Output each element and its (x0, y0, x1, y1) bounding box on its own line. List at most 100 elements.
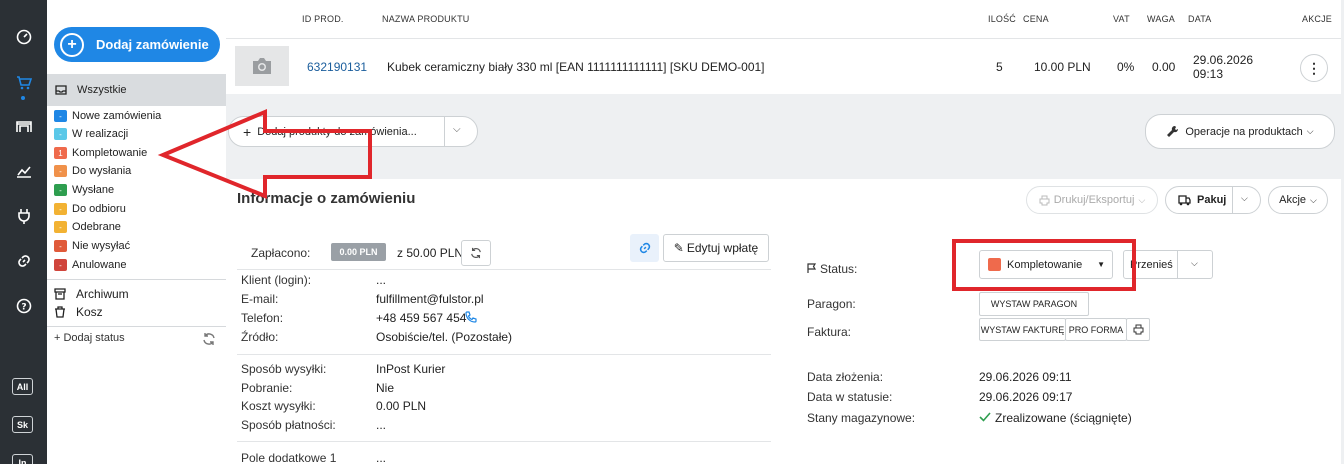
divider (444, 116, 445, 147)
edit-payment-button[interactable]: ✎ Edytuj wpłatę (663, 234, 769, 262)
issue-receipt-button[interactable]: WYSTAW PARAGON (979, 292, 1089, 316)
shipping-field-label: Koszt wysyłki: (241, 399, 316, 413)
check-icon (979, 412, 991, 422)
status-item[interactable]: 1 Kompletowanie (54, 144, 147, 162)
status-item-label: Nowe zamówienia (72, 110, 162, 122)
phone-icon[interactable] (465, 311, 477, 323)
client-field-label: Źródło: (241, 330, 279, 344)
status-item[interactable]: - Nie wysyłać (54, 237, 130, 255)
product-thumbnail[interactable] (235, 46, 289, 86)
status-item-label: Kompletowanie (72, 147, 148, 159)
paid-label: Zapłacono: (251, 246, 311, 260)
chevron-down-icon[interactable]: ⌵ (453, 124, 461, 135)
flag-icon (807, 263, 817, 273)
row-actions-button[interactable]: ⋮ (1300, 54, 1328, 82)
help-icon[interactable]: ? (0, 295, 47, 317)
shipping-field-label: Sposób wysyłki: (241, 362, 327, 376)
move-label: Przenieś (1130, 258, 1173, 271)
order-date-field-label: Stany magazynowe: (807, 411, 916, 425)
status-item-label: Nie wysyłać (72, 240, 131, 252)
link-icon[interactable] (0, 250, 47, 272)
proforma-button[interactable]: PRO FORMA (1065, 318, 1127, 341)
product-id-link[interactable]: 632190131 (307, 60, 367, 74)
wrench-icon (1167, 125, 1179, 137)
col-weight: WAGA (1147, 14, 1175, 24)
trash-icon (55, 306, 65, 318)
status-count-badge: 1 (54, 147, 67, 159)
status-count-badge: - (54, 240, 67, 252)
chevron-down-icon[interactable]: ⌵ (1241, 193, 1248, 204)
issue-invoice-button[interactable]: WYSTAW FAKTURĘ (979, 318, 1066, 341)
camera-icon (253, 58, 271, 74)
status-item[interactable]: - Nowe zamówienia (54, 107, 161, 125)
product-weight: 0.00 (1152, 60, 1176, 74)
status-count-badge: - (54, 221, 67, 233)
add-products-button[interactable]: + Dodaj produkty do zamówienia... (228, 116, 478, 147)
shipping-field-value: ... (376, 418, 387, 432)
caret-down-icon: ▼ (1097, 260, 1105, 269)
active-indicator (21, 96, 25, 100)
divider (47, 279, 226, 280)
status-count-badge: - (54, 259, 67, 271)
chevron-down-icon[interactable]: ⌵ (1191, 258, 1198, 269)
print-invoice-button[interactable] (1126, 318, 1150, 341)
client-field-value: ... (376, 273, 387, 287)
plug-icon[interactable] (0, 205, 47, 227)
order-date-field-value: 29.06.2026 09:17 (979, 390, 1073, 404)
chevron-down-icon: ⌵ (1306, 126, 1314, 136)
status-item-label: W realizacji (72, 128, 129, 140)
shipping-field-label: Sposób płatności: (241, 418, 336, 432)
divider (237, 441, 771, 442)
status-select[interactable]: Kompletowanie ▼ (979, 250, 1113, 279)
payment-link-button[interactable] (630, 234, 659, 262)
add-order-button[interactable]: + Dodaj zamówienie (54, 27, 220, 62)
refresh-icon[interactable] (202, 332, 216, 346)
archive-item[interactable]: Archiwum (54, 285, 129, 303)
status-all-label: Wszystkie (77, 84, 127, 96)
status-count-badge: - (54, 128, 67, 140)
printer-icon (1039, 195, 1050, 205)
plus-icon: + (243, 123, 252, 140)
status-item[interactable]: - Wysłane (54, 181, 114, 199)
cart-icon[interactable] (0, 72, 47, 94)
order-date-field-label: Data złożenia: (807, 370, 884, 384)
print-export-label: Drukuj/Eksportuj (1053, 194, 1135, 206)
status-item[interactable]: - Do odbioru (54, 200, 126, 218)
status-item-label: Do odbioru (72, 203, 126, 215)
actions-label: Akcje (1279, 194, 1307, 206)
tag-all[interactable]: All (12, 378, 33, 395)
tag-in[interactable]: In (12, 454, 33, 464)
status-item[interactable]: - Odebrane (54, 218, 121, 236)
status-label: Status: (820, 262, 858, 276)
add-status-link[interactable]: + Dodaj status (54, 332, 125, 344)
status-item[interactable]: - Do wysłania (54, 162, 131, 180)
product-price: 10.00 PLN (1034, 60, 1091, 74)
client-field-value: Osobiście/tel. (Pozostałe) (376, 330, 513, 344)
trash-item[interactable]: Kosz (54, 303, 103, 321)
divider (47, 326, 226, 327)
product-operations-button[interactable]: Operacje na produktach ⌵ (1145, 114, 1335, 149)
status-item-label: Do wysłania (72, 165, 132, 177)
order-date-field-label: Data w statusie: (807, 390, 893, 404)
status-item-label: Anulowane (72, 259, 127, 271)
status-item[interactable]: - Anulowane (54, 256, 126, 274)
edit-payment-label: Edytuj wpłatę (686, 241, 759, 255)
actions-dropdown[interactable]: Akcje ⌵ (1268, 186, 1328, 214)
col-name: NAZWA PRODUKTU (382, 14, 470, 24)
pack-label: Pakuj (1197, 194, 1227, 206)
tag-sk[interactable]: Sk (12, 416, 33, 433)
dashboard-icon[interactable] (0, 26, 47, 48)
chart-icon[interactable] (0, 160, 47, 182)
status-all[interactable]: Wszystkie (47, 74, 226, 106)
status-item-label: Wysłane (72, 184, 115, 196)
move-button[interactable]: Przenieś (1123, 250, 1213, 279)
shipping-field-value: 0.00 PLN (376, 399, 427, 413)
print-export-button[interactable]: Drukuj/Eksportuj ⌵ (1026, 186, 1158, 214)
pencil-icon: ✎ (673, 241, 684, 255)
status-item[interactable]: -W realizacji (54, 125, 128, 143)
chevron-down-icon: ⌵ (1138, 194, 1146, 205)
divider (237, 269, 771, 270)
extra-field-value: ... (376, 451, 387, 464)
warehouse-icon[interactable] (0, 115, 47, 137)
refresh-payment-button[interactable] (461, 240, 491, 266)
